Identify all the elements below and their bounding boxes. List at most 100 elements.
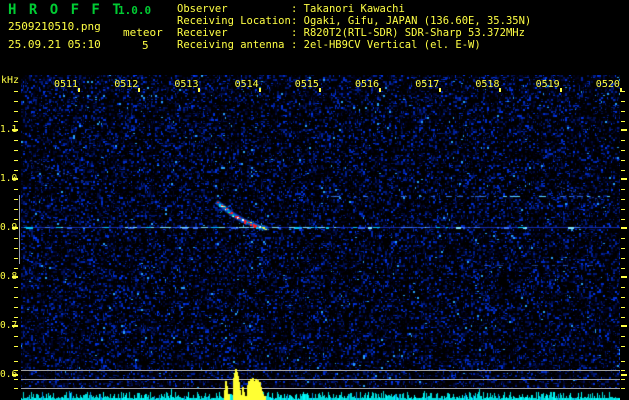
freq-minor-tick: [621, 336, 625, 337]
freq-minor-tick: [14, 209, 18, 210]
freq-major-tick: [621, 325, 627, 327]
time-label: 0513: [174, 79, 198, 90]
time-label: 0517: [415, 79, 439, 90]
spectrogram-canvas: [21, 75, 620, 389]
freq-minor-tick: [621, 297, 625, 298]
info-row: Receiver: R820T2(RTL-SDR) SDR-Sharp 53.3…: [177, 27, 531, 39]
time-tick: [379, 88, 381, 92]
freq-major-tick: [621, 178, 627, 180]
time-tick: [259, 88, 261, 92]
freq-minor-tick: [14, 91, 18, 92]
freq-minor-tick: [621, 91, 625, 92]
freq-major-tick: [621, 129, 627, 131]
freq-unit-label: kHz: [1, 75, 19, 86]
freq-major-tick: [12, 129, 18, 131]
freq-major-tick: [12, 178, 18, 180]
time-label: 0511: [54, 79, 78, 90]
freq-minor-tick: [621, 268, 625, 269]
signal-tick: [621, 370, 625, 371]
signal-tick: [14, 388, 18, 389]
freq-major-tick: [621, 374, 627, 376]
freq-minor-tick: [621, 111, 625, 112]
freq-minor-tick: [14, 219, 18, 220]
freq-minor-tick: [14, 150, 18, 151]
signal-tick: [621, 361, 625, 362]
freq-minor-tick: [14, 101, 18, 102]
freq-major-tick: [12, 276, 18, 278]
freq-minor-tick: [621, 258, 625, 259]
time-tick: [560, 88, 562, 92]
info-row: Receiving antenna: 2el-HB9CV Vertical (e…: [177, 39, 531, 51]
observer-info: Observer: Takanori KawachiReceiving Loca…: [177, 3, 531, 51]
freq-minor-tick: [621, 170, 625, 171]
freq-minor-tick: [14, 268, 18, 269]
freq-minor-tick: [621, 121, 625, 122]
freq-minor-tick: [621, 346, 625, 347]
freq-minor-tick: [621, 317, 625, 318]
freq-minor-tick: [621, 101, 625, 102]
info-label: Receiving antenna: [177, 39, 291, 51]
time-tick: [78, 88, 80, 92]
signal-tick: [621, 388, 625, 389]
freq-minor-tick: [621, 287, 625, 288]
time-label: 0515: [295, 79, 319, 90]
count-band-marker: [19, 195, 20, 264]
time-tick: [319, 88, 321, 92]
freq-minor-tick: [621, 219, 625, 220]
freq-minor-tick: [14, 199, 18, 200]
info-colon: :: [291, 15, 304, 27]
freq-minor-tick: [14, 170, 18, 171]
freq-minor-tick: [621, 209, 625, 210]
signal-tick: [14, 370, 18, 371]
time-label: 0514: [235, 79, 259, 90]
freq-minor-tick: [14, 336, 18, 337]
time-label: 0516: [355, 79, 379, 90]
time-tick: [499, 88, 501, 92]
info-value: Ogaki, Gifu, JAPAN (136.60E, 35.35N): [304, 15, 532, 27]
freq-minor-tick: [621, 140, 625, 141]
freq-minor-tick: [14, 317, 18, 318]
freq-minor-tick: [14, 258, 18, 259]
freq-minor-tick: [14, 287, 18, 288]
time-label: 0512: [114, 79, 138, 90]
freq-minor-tick: [621, 160, 625, 161]
signal-tick: [14, 361, 18, 362]
freq-minor-tick: [621, 150, 625, 151]
freq-minor-tick: [14, 111, 18, 112]
mode-label: meteor: [123, 26, 163, 39]
freq-major-tick: [12, 325, 18, 327]
app-version: 1.0.0: [118, 4, 151, 17]
info-value: R820T2(RTL-SDR) SDR-Sharp 53.372MHz: [304, 27, 525, 39]
hrofft-window: H R O F F T 1.0.0 2509210510.png meteor …: [0, 0, 629, 400]
freq-minor-tick: [621, 238, 625, 239]
freq-minor-tick: [621, 199, 625, 200]
time-label: 0519: [536, 79, 560, 90]
freq-minor-tick: [14, 248, 18, 249]
freq-major-tick: [12, 374, 18, 376]
time-tick: [439, 88, 441, 92]
app-title: H R O F F T: [8, 2, 123, 18]
info-row: Observer: Takanori Kawachi: [177, 3, 531, 15]
info-label: Receiver: [177, 27, 291, 39]
info-value: 2el-HB9CV Vertical (el. E-W): [304, 39, 481, 51]
freq-minor-tick: [621, 248, 625, 249]
freq-major-tick: [621, 276, 627, 278]
info-colon: :: [291, 3, 304, 15]
freq-minor-tick: [14, 160, 18, 161]
freq-minor-tick: [14, 238, 18, 239]
freq-minor-tick: [14, 140, 18, 141]
signal-tick: [621, 379, 625, 380]
info-colon: :: [291, 27, 304, 39]
time-label: 0518: [475, 79, 499, 90]
time-tick: [198, 88, 200, 92]
time-label: 0520: [596, 79, 620, 90]
freq-major-tick: [621, 227, 627, 229]
output-filename: 2509210510.png: [8, 20, 101, 33]
freq-minor-tick: [14, 121, 18, 122]
datetime-label: 25.09.21 05:10: [8, 38, 101, 51]
freq-minor-tick: [621, 307, 625, 308]
freq-minor-tick: [621, 189, 625, 190]
info-label: Observer: [177, 3, 291, 15]
freq-major-tick: [12, 227, 18, 229]
echo-count: 5: [142, 39, 149, 52]
